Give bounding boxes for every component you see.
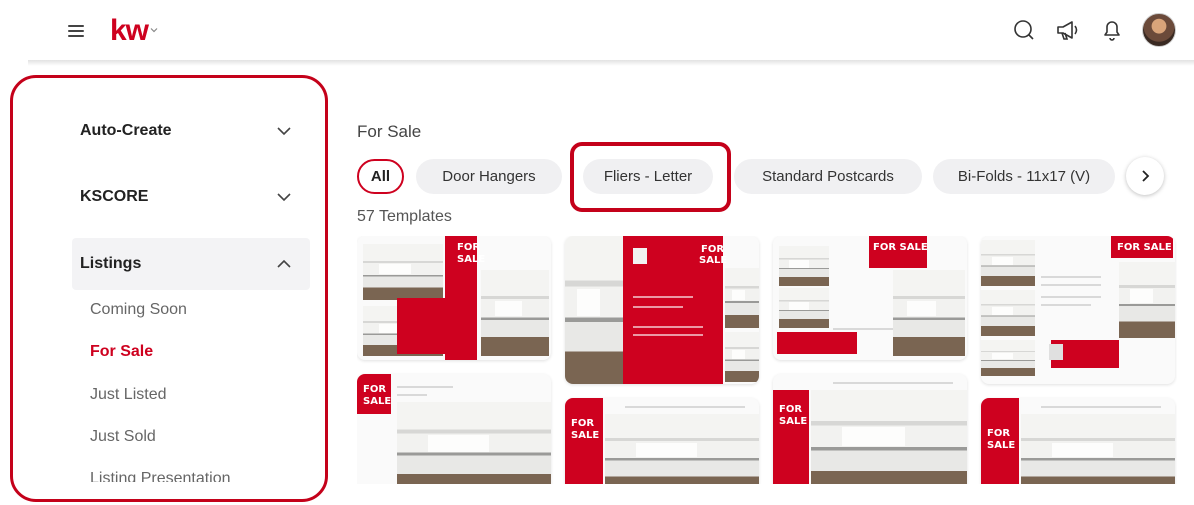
template-card[interactable]: FOR SALE: [981, 398, 1175, 484]
sidebar-section-auto-create[interactable]: Auto-Create: [72, 105, 310, 157]
card-for-text: FOR: [779, 404, 803, 415]
sidebar-section-label: KSCORE: [80, 188, 149, 205]
chevron-down-icon: [277, 193, 291, 202]
card-for-sale-text: FOR SALE: [1117, 242, 1172, 253]
avatar[interactable]: [1142, 13, 1176, 47]
megaphone-icon[interactable]: [1054, 16, 1082, 44]
card-sale-text: SALE: [699, 255, 728, 266]
fliers-letter-highlight-outline: [570, 142, 731, 212]
card-sale-text: SALE: [779, 416, 808, 427]
chevron-down-icon: [277, 127, 291, 136]
top-bar: kw: [0, 0, 1194, 60]
kw-logo[interactable]: kw: [110, 14, 149, 48]
sidebar: Auto-Create KSCORE Listings Coming Soon …: [72, 100, 312, 482]
sidebar-section-label: Listings: [80, 255, 142, 272]
template-card[interactable]: FOR SALE: [773, 374, 967, 484]
card-sale-text: SALE: [363, 396, 392, 407]
card-for-text: FOR: [457, 242, 481, 253]
top-bar-shadow: [28, 60, 1194, 66]
chevron-right-icon: [1142, 170, 1150, 182]
sidebar-section-listings[interactable]: Listings: [72, 238, 310, 290]
page-title: For Sale: [357, 122, 422, 141]
sidebar-item-listing-presentation[interactable]: Listing Presentation: [90, 470, 231, 482]
hamburger-menu-icon[interactable]: [68, 25, 84, 37]
template-card[interactable]: FOR SALE: [565, 236, 759, 384]
template-card[interactable]: FOR SALE: [981, 236, 1175, 384]
chip-bi-folds[interactable]: Bi-Folds - 11x17 (V): [933, 159, 1115, 194]
search-icon[interactable]: [1010, 16, 1038, 44]
card-sale-text: SALE: [571, 430, 600, 441]
card-sale-text: SALE: [987, 440, 1016, 451]
template-card[interactable]: FOR SALE: [773, 236, 967, 360]
sidebar-section-kscore[interactable]: KSCORE: [72, 171, 310, 223]
chips-next-button[interactable]: [1126, 157, 1164, 195]
template-count: 57 Templates: [357, 208, 452, 225]
sidebar-item-just-listed[interactable]: Just Listed: [90, 386, 166, 404]
card-for-text: FOR: [363, 384, 387, 395]
sidebar-item-for-sale[interactable]: For Sale: [90, 343, 153, 361]
card-for-text: FOR: [701, 244, 725, 255]
sidebar-item-just-sold[interactable]: Just Sold: [90, 428, 156, 446]
chevron-down-icon[interactable]: [150, 26, 158, 34]
sidebar-item-coming-soon[interactable]: Coming Soon: [90, 301, 187, 319]
card-for-sale-text: FOR SALE: [873, 242, 928, 253]
template-card[interactable]: FOR SALE: [357, 236, 551, 360]
chip-all[interactable]: All: [357, 159, 404, 194]
chevron-up-icon: [277, 259, 291, 268]
sidebar-section-label: Auto-Create: [80, 122, 172, 139]
template-card[interactable]: FOR SALE: [565, 398, 759, 484]
chip-standard-postcards[interactable]: Standard Postcards: [734, 159, 922, 194]
template-card[interactable]: FOR SALE: [357, 374, 551, 484]
template-grid: FOR SALE FOR SALE FOR SALE FOR SALE FOR …: [357, 236, 1177, 484]
card-sale-text: SALE: [457, 254, 486, 265]
chip-door-hangers[interactable]: Door Hangers: [416, 159, 562, 194]
card-for-text: FOR: [987, 428, 1011, 439]
card-for-text: FOR: [571, 418, 595, 429]
bell-icon[interactable]: [1098, 16, 1126, 44]
